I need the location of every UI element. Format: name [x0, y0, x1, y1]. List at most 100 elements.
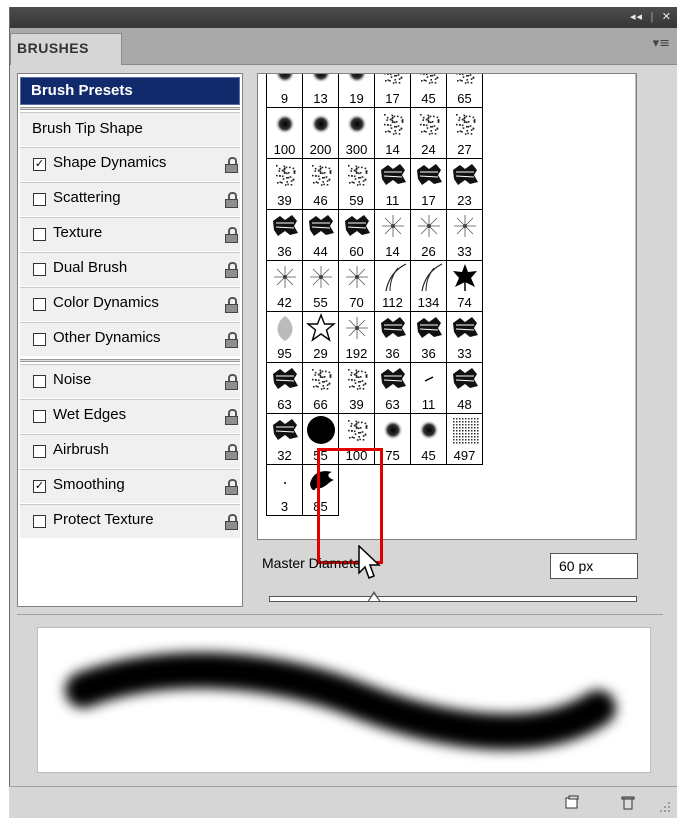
- sidebar-item-other-dynamics[interactable]: Other Dynamics: [20, 322, 240, 356]
- other-dynamics-checkbox[interactable]: [33, 333, 46, 346]
- smoothing-checkbox[interactable]: ✓: [33, 480, 46, 493]
- brush-preset-cell[interactable]: 23: [446, 158, 483, 210]
- sidebar-item-shape-dynamics[interactable]: ✓ Shape Dynamics: [20, 147, 240, 181]
- lock-icon[interactable]: [225, 374, 239, 390]
- brush-preset-cell[interactable]: 11: [410, 362, 447, 414]
- lock-icon[interactable]: [225, 262, 239, 278]
- brush-preset-cell[interactable]: 55: [302, 260, 339, 312]
- close-icon[interactable]: ✕: [662, 10, 672, 23]
- brush-preset-cell[interactable]: 27: [446, 107, 483, 159]
- brush-preset-cell[interactable]: 32: [266, 413, 303, 465]
- brush-tip-spatter-icon: [342, 415, 372, 449]
- brush-size-label: 65: [457, 91, 472, 106]
- brush-tip-shape-item[interactable]: Brush Tip Shape: [20, 112, 240, 146]
- brush-preset-cell[interactable]: 45: [410, 74, 447, 108]
- shape-dynamics-checkbox[interactable]: ✓: [33, 158, 46, 171]
- brush-preset-cell[interactable]: 95: [266, 311, 303, 363]
- brush-preset-cell[interactable]: 36: [410, 311, 447, 363]
- brush-preset-cell[interactable]: 33: [446, 311, 483, 363]
- brush-preset-cell[interactable]: 60: [338, 209, 375, 261]
- brush-preset-cell[interactable]: 14: [374, 107, 411, 159]
- scattering-checkbox[interactable]: [33, 193, 46, 206]
- brush-preset-cell[interactable]: 200: [302, 107, 339, 159]
- brush-preset-cell[interactable]: 29: [302, 311, 339, 363]
- sidebar-item-protect-texture[interactable]: Protect Texture: [20, 504, 240, 538]
- brush-preset-cell[interactable]: 3: [266, 464, 303, 516]
- brush-preset-cell[interactable]: 11: [374, 158, 411, 210]
- brush-preset-cell[interactable]: 14: [374, 209, 411, 261]
- brush-preset-cell[interactable]: 17: [374, 74, 411, 108]
- brush-preset-cell[interactable]: 9: [266, 74, 303, 108]
- brush-preset-cell[interactable]: 39: [266, 158, 303, 210]
- brush-preset-cell[interactable]: 134: [410, 260, 447, 312]
- lock-icon[interactable]: [225, 227, 239, 243]
- sidebar-item-color-dynamics[interactable]: Color Dynamics: [20, 287, 240, 321]
- brush-preset-cell[interactable]: 497: [446, 413, 483, 465]
- noise-checkbox[interactable]: [33, 375, 46, 388]
- scroll-track[interactable]: [636, 92, 637, 520]
- new-preset-icon[interactable]: [565, 795, 579, 809]
- brush-preset-cell[interactable]: 66: [302, 362, 339, 414]
- brush-preset-cell[interactable]: 45: [410, 413, 447, 465]
- dual-brush-checkbox[interactable]: [33, 263, 46, 276]
- brush-tip-star-icon: [342, 313, 372, 347]
- brush-preset-cell[interactable]: 112: [374, 260, 411, 312]
- brush-preset-cell[interactable]: 13: [302, 74, 339, 108]
- brush-preset-cell[interactable]: 36: [374, 311, 411, 363]
- sidebar-item-scattering[interactable]: Scattering: [20, 182, 240, 216]
- lock-icon[interactable]: [225, 409, 239, 425]
- grid-scrollbar[interactable]: ▲ ▼: [635, 74, 637, 539]
- lock-icon[interactable]: [225, 192, 239, 208]
- wet-edges-checkbox[interactable]: [33, 410, 46, 423]
- lock-icon[interactable]: [225, 157, 239, 173]
- sidebar-item-dual-brush[interactable]: Dual Brush: [20, 252, 240, 286]
- brush-preset-cell[interactable]: 100: [266, 107, 303, 159]
- brush-preset-cell[interactable]: 42: [266, 260, 303, 312]
- brush-preset-cell[interactable]: 63: [266, 362, 303, 414]
- trash-icon[interactable]: [621, 795, 635, 810]
- brush-preset-cell[interactable]: 70: [338, 260, 375, 312]
- scroll-thumb[interactable]: [636, 229, 637, 492]
- brush-preset-cell[interactable]: 36: [266, 209, 303, 261]
- brush-preset-cell[interactable]: 24: [410, 107, 447, 159]
- sidebar-item-texture[interactable]: Texture: [20, 217, 240, 251]
- sidebar-item-noise[interactable]: Noise: [20, 364, 240, 398]
- brush-preset-cell[interactable]: 46: [302, 158, 339, 210]
- brush-presets-item[interactable]: Brush Presets: [20, 77, 240, 105]
- brush-preset-cell[interactable]: 39: [338, 362, 375, 414]
- brush-preset-cell[interactable]: 192: [338, 311, 375, 363]
- brush-preset-cell[interactable]: 74: [446, 260, 483, 312]
- brush-preset-cell[interactable]: 19: [338, 74, 375, 108]
- lock-icon[interactable]: [225, 514, 239, 530]
- brush-preset-cell[interactable]: 33: [446, 209, 483, 261]
- brush-preset-cell[interactable]: 26: [410, 209, 447, 261]
- brush-tip-soft-icon: [306, 109, 336, 143]
- tab-brushes[interactable]: BRUSHES: [10, 33, 122, 65]
- master-diameter-slider[interactable]: [269, 596, 637, 602]
- brush-preset-cell[interactable]: 300: [338, 107, 375, 159]
- scroll-down-button[interactable]: ▼: [636, 521, 637, 538]
- lock-icon[interactable]: [225, 479, 239, 495]
- brush-size-label: 60: [349, 244, 364, 259]
- brush-preset-cell[interactable]: 65: [446, 74, 483, 108]
- panel-menu-icon[interactable]: ▾≡: [653, 36, 670, 51]
- lock-icon[interactable]: [225, 444, 239, 460]
- brush-preset-cell[interactable]: 17: [410, 158, 447, 210]
- brush-preset-cell[interactable]: 48: [446, 362, 483, 414]
- sidebar-item-smoothing[interactable]: ✓ Smoothing: [20, 469, 240, 503]
- texture-checkbox[interactable]: [33, 228, 46, 241]
- airbrush-checkbox[interactable]: [33, 445, 46, 458]
- protect-texture-checkbox[interactable]: [33, 515, 46, 528]
- brush-preset-cell[interactable]: 63: [374, 362, 411, 414]
- brush-preset-cell[interactable]: 44: [302, 209, 339, 261]
- sidebar-item-airbrush[interactable]: Airbrush: [20, 434, 240, 468]
- scroll-up-button[interactable]: ▲: [636, 74, 637, 91]
- lock-icon[interactable]: [225, 297, 239, 313]
- master-diameter-input[interactable]: 60 px: [550, 553, 638, 579]
- collapse-icon[interactable]: ◂◂: [630, 10, 643, 23]
- color-dynamics-checkbox[interactable]: [33, 298, 46, 311]
- sidebar-item-wet-edges[interactable]: Wet Edges: [20, 399, 240, 433]
- brush-preset-cell[interactable]: 59: [338, 158, 375, 210]
- lock-icon[interactable]: [225, 332, 239, 348]
- resize-grip-icon[interactable]: [659, 801, 671, 813]
